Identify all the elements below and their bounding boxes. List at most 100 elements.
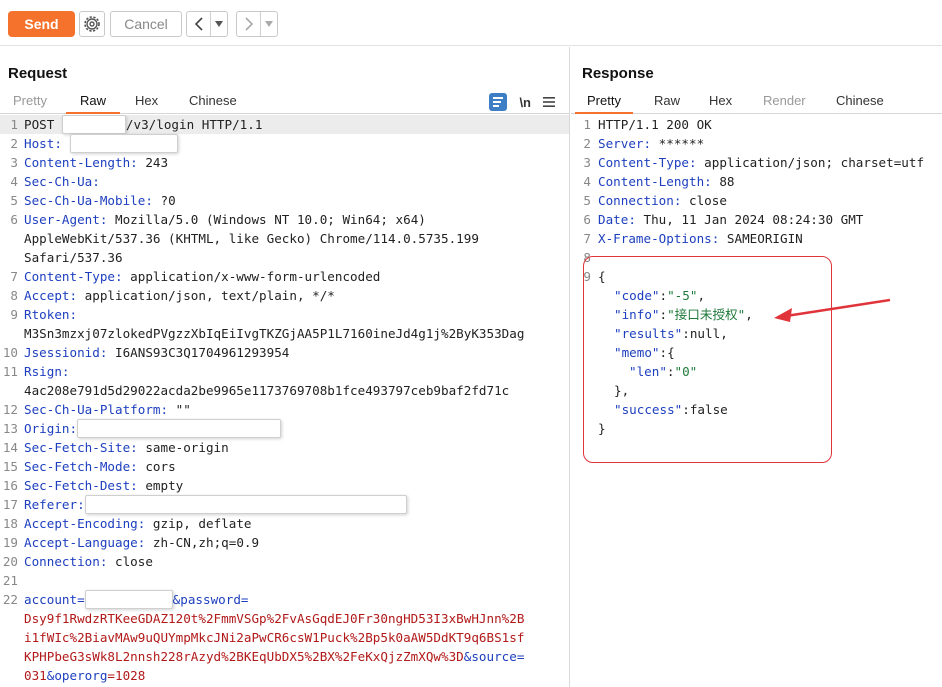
- header-key: Accept:: [24, 288, 78, 303]
- chevron-down-icon: [215, 21, 223, 27]
- back-button[interactable]: [187, 12, 211, 36]
- header-key: Content-Type:: [24, 269, 123, 284]
- code-line: 6 Date: Thu, 11 Jan 2024 08:24:30 GMT: [583, 212, 864, 227]
- code-line: Dsy9f1RwdzRTKeeGDAZ120t%2FmmVSGp%2FvAsGq…: [0, 609, 569, 628]
- request-tabs: Pretty Raw Hex Chinese \n: [0, 90, 569, 114]
- code-line: 12 Sec-Ch-Ua-Platform: "": [2, 402, 191, 417]
- word-wrap-icon[interactable]: [489, 93, 508, 111]
- forward-button[interactable]: [237, 12, 261, 36]
- param-equals: =: [516, 649, 525, 664]
- tab-chinese[interactable]: Chinese: [189, 92, 237, 114]
- header-key: Server:: [598, 136, 652, 151]
- param-key: &source: [463, 649, 517, 664]
- header-key: Sec-Ch-Ua-Platform:: [24, 402, 169, 417]
- header-key: Rtoken:: [24, 307, 78, 322]
- redacted-block: [84, 590, 173, 609]
- send-button[interactable]: Send: [8, 11, 75, 37]
- param-key: &operorg: [46, 668, 108, 683]
- code-line: 1 HTTP/1.1 200 OK: [583, 117, 712, 132]
- request-editor[interactable]: 1 POST /v3/login HTTP/1.1 2 Host: 3 Content…: [0, 115, 569, 687]
- header-key: Accept-Encoding:: [24, 516, 146, 531]
- header-value: empty: [137, 478, 184, 493]
- header-value: I6ANS93C3Q1704961293954: [107, 345, 290, 360]
- response-tabs: Pretty Raw Hex Render Chinese: [571, 90, 942, 114]
- code-line: 1 POST /v3/login HTTP/1.1: [0, 115, 569, 134]
- header-key: X-Frame-Options:: [598, 231, 720, 246]
- code-line: 15 Sec-Fetch-Mode: cors: [2, 459, 176, 474]
- header-key: Content-Length:: [24, 155, 138, 170]
- back-nav-group: [186, 11, 228, 37]
- code-line: 2 Host:: [0, 134, 569, 153]
- tab-raw[interactable]: Raw: [66, 92, 121, 114]
- code-line: AppleWebKit/537.36 (KHTML, like Gecko) C…: [0, 229, 569, 248]
- chevron-down-icon: [265, 21, 273, 27]
- header-key: Sec-Fetch-Dest:: [24, 478, 138, 493]
- tab-hex[interactable]: Hex: [709, 92, 732, 114]
- header-value: application/x-www-form-urlencoded: [122, 269, 381, 284]
- header-key: Content-Length:: [598, 174, 712, 189]
- code-line: 14 Sec-Fetch-Site: same-origin: [2, 440, 229, 455]
- code-line: 031&operorg=1028: [0, 666, 569, 685]
- status-line: HTTP/1.1 200 OK: [598, 117, 712, 132]
- toolbar: Send Cancel: [0, 0, 942, 46]
- code-line: 6 User-Agent: Mozilla/5.0 (Windows NT 10.…: [10, 212, 426, 227]
- code-line: i1fWIc%2BiavMAw9uQUYmpMkcJNi2aPwCR6csW1P…: [0, 628, 569, 647]
- chevron-left-icon: [194, 17, 203, 31]
- code-line: 5 Sec-Ch-Ua-Mobile: ?0: [10, 193, 176, 208]
- forward-history-dropdown[interactable]: [261, 12, 277, 36]
- param-key: account=: [24, 592, 85, 607]
- param-key: &password=: [172, 592, 249, 607]
- tab-pretty[interactable]: Pretty: [13, 92, 47, 114]
- redacted-block: [77, 419, 282, 438]
- tab-render[interactable]: Render: [763, 92, 806, 114]
- code-line: 3 Content-Type: application/json; charset…: [583, 155, 925, 170]
- code-line: 16 Sec-Fetch-Dest: empty: [2, 478, 184, 493]
- header-key: Accept-Language:: [24, 535, 146, 550]
- header-value: same-origin: [137, 440, 229, 455]
- code-line: 19 Accept-Language: zh-CN,zh;q=0.9: [2, 535, 260, 550]
- header-value: 4ac208e791d5d29022acda2be9965e1173769708…: [24, 383, 510, 398]
- annotation-arrow-icon: [774, 298, 891, 322]
- cancel-button[interactable]: Cancel: [110, 11, 182, 37]
- settings-button[interactable]: [79, 11, 105, 37]
- header-key: Sec-Fetch-Site:: [24, 440, 138, 455]
- tab-chinese[interactable]: Chinese: [836, 92, 884, 114]
- code-line: 20 Connection: close: [2, 554, 153, 569]
- header-value: SAMEORIGIN: [719, 231, 803, 246]
- tab-pretty[interactable]: Pretty: [575, 92, 633, 114]
- param-value: 031: [24, 668, 47, 683]
- header-value: close: [107, 554, 153, 569]
- code-line: 13 Origin:: [0, 419, 569, 438]
- header-value: AppleWebKit/537.36 (KHTML, like Gecko) C…: [24, 231, 479, 246]
- request-method: POST: [24, 117, 62, 132]
- tab-hex[interactable]: Hex: [135, 92, 158, 114]
- param-value: =1028: [107, 668, 146, 683]
- response-title: Response: [582, 65, 654, 82]
- code-line: 4ac208e791d5d29022acda2be9965e1173769708…: [0, 381, 569, 400]
- code-line: Safari/537.36: [0, 248, 569, 267]
- gear-icon: [84, 16, 100, 32]
- code-line: 7 X-Frame-Options: SAMEORIGIN: [583, 231, 803, 246]
- header-value: close: [681, 193, 727, 208]
- header-value: zh-CN,zh;q=0.9: [145, 535, 260, 550]
- newline-toggle[interactable]: \n: [519, 95, 531, 110]
- code-line: 9 Rtoken:: [10, 307, 78, 322]
- menu-icon[interactable]: [543, 96, 555, 108]
- back-history-dropdown[interactable]: [211, 12, 227, 36]
- header-key: Date:: [598, 212, 636, 227]
- header-key: Connection:: [24, 554, 108, 569]
- header-key: Sec-Ch-Ua:: [24, 174, 100, 189]
- header-value: ?0: [152, 193, 176, 208]
- annotation-highlight-box: [583, 256, 832, 463]
- code-line: 8 Accept: application/json, text/plain, *…: [10, 288, 335, 303]
- param-value: KPHPbeG3sWk8L2nnsh228rAzyd%2BKEqUbDX5%2B…: [24, 649, 464, 664]
- redacted-block: [84, 495, 407, 514]
- request-title: Request: [8, 65, 68, 82]
- request-panel: Request Pretty Raw Hex Chinese \n 1 POST …: [0, 47, 570, 687]
- code-line: 21: [2, 573, 18, 588]
- header-value: application/json; charset=utf: [696, 155, 925, 170]
- code-line: KPHPbeG3sWk8L2nnsh228rAzyd%2BKEqUbDX5%2B…: [0, 647, 569, 666]
- chevron-right-icon: [244, 17, 253, 31]
- tab-raw[interactable]: Raw: [654, 92, 680, 114]
- header-key: Sec-Ch-Ua-Mobile:: [24, 193, 153, 208]
